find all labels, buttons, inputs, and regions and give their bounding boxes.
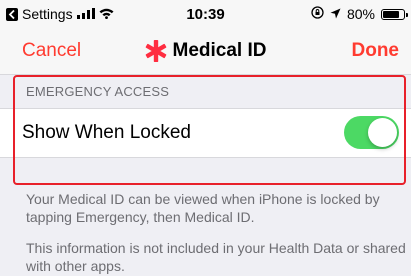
location-arrow-icon (330, 6, 341, 22)
toggle-knob (368, 118, 397, 147)
page-title: Medical ID (0, 40, 411, 62)
battery-icon (381, 8, 408, 20)
battery-percent: 80% (346, 6, 375, 22)
show-when-locked-toggle[interactable] (344, 116, 399, 149)
status-right: 80% (311, 6, 408, 22)
show-when-locked-row[interactable]: Show When Locked (0, 108, 411, 158)
nav-bar: Cancel Medical ID Done (0, 30, 411, 75)
page-title-label: Medical ID (172, 40, 267, 61)
section-header-emergency-access: EMERGENCY ACCESS (26, 84, 170, 99)
orientation-lock-icon (311, 6, 324, 22)
footer-note-health-data: This information is not included in your… (26, 240, 406, 274)
show-when-locked-label: Show When Locked (22, 122, 191, 143)
medical-star-icon (145, 40, 167, 62)
done-button[interactable]: Done (352, 40, 400, 62)
footer-note-lock-screen: Your Medical ID can be viewed when iPhon… (26, 191, 380, 225)
status-bar: Settings 10:39 80% (0, 0, 411, 30)
